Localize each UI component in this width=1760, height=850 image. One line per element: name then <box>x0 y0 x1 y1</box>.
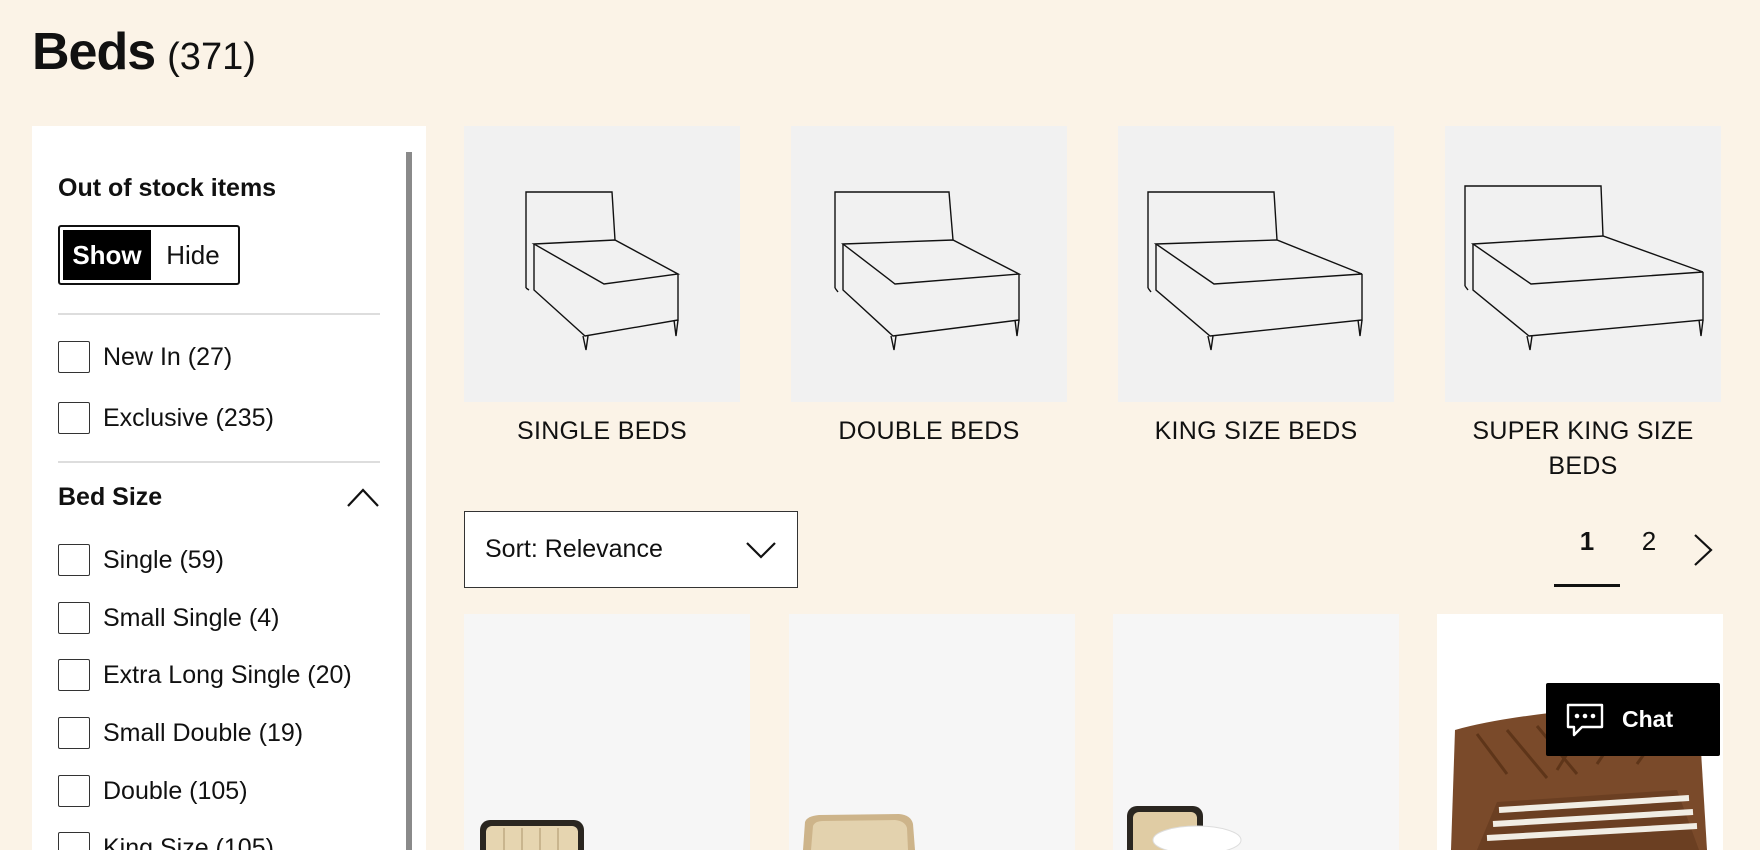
size-option-extra-long-single[interactable]: Extra Long Single (20) <box>58 659 352 691</box>
filter-label: New In (27) <box>103 342 233 371</box>
filter-label: Exclusive (235) <box>103 403 274 432</box>
stock-toggle: Show Hide <box>58 225 240 285</box>
product-card[interactable] <box>464 614 750 850</box>
size-label: Small Single (4) <box>103 603 280 632</box>
size-label: Small Double (19) <box>103 718 304 747</box>
size-label: Double (105) <box>103 776 248 805</box>
chat-label: Chat <box>1622 706 1674 732</box>
product-image <box>1127 806 1242 850</box>
out-of-stock-heading: Out of stock items <box>58 174 277 202</box>
size-option-single[interactable]: Single (59) <box>58 544 224 576</box>
sort-label: Sort: Relevance <box>485 535 663 563</box>
single-bed-icon <box>464 126 740 402</box>
double-bed-icon <box>791 126 1067 402</box>
king-bed-icon <box>1118 126 1394 402</box>
checkbox[interactable] <box>58 402 90 434</box>
category-king-size-beds[interactable]: KING SIZE BEDS <box>1118 126 1394 449</box>
chevron-down-icon <box>746 541 776 559</box>
result-count: (371) <box>167 36 256 78</box>
divider <box>58 461 380 463</box>
category-super-king-size-beds[interactable]: SUPER KING SIZE BEDS <box>1445 126 1721 484</box>
size-label: Single (59) <box>103 545 224 574</box>
page-1-link[interactable]: 1 <box>1554 526 1620 557</box>
category-label: KING SIZE BEDS <box>1154 417 1358 445</box>
filter-sidebar: Out of stock items Show Hide New In (27)… <box>32 126 426 850</box>
checkbox[interactable] <box>58 341 90 373</box>
size-option-small-single[interactable]: Small Single (4) <box>58 602 279 634</box>
product-image <box>803 814 915 850</box>
chat-bubble-icon <box>1566 703 1604 736</box>
size-option-double[interactable]: Double (105) <box>58 775 248 807</box>
category-double-beds[interactable]: DOUBLE BEDS <box>791 126 1067 449</box>
category-label: DOUBLE BEDS <box>838 417 1020 445</box>
checkbox[interactable] <box>58 544 90 576</box>
product-card[interactable] <box>789 614 1075 850</box>
sort-dropdown[interactable]: Sort: Relevance <box>464 511 798 588</box>
product-card[interactable] <box>1113 614 1399 850</box>
size-label: King Size (105) <box>103 833 274 850</box>
size-option-king-size[interactable]: King Size (105) <box>58 832 274 850</box>
product-image <box>480 820 584 850</box>
filter-exclusive[interactable]: Exclusive (235) <box>58 402 274 434</box>
checkbox[interactable] <box>58 602 90 634</box>
show-option[interactable]: Show <box>63 230 151 280</box>
super-king-bed-icon <box>1445 126 1721 402</box>
size-label: Extra Long Single (20) <box>103 660 352 689</box>
filter-new-in[interactable]: New In (27) <box>58 341 232 373</box>
category-single-beds[interactable]: SINGLE BEDS <box>464 126 740 449</box>
checkbox[interactable] <box>58 717 90 749</box>
checkbox[interactable] <box>58 832 90 850</box>
hide-option[interactable]: Hide <box>151 230 235 280</box>
chat-button[interactable]: Chat <box>1546 683 1720 756</box>
page-title-text: Beds <box>32 23 156 81</box>
category-label: SINGLE BEDS <box>516 417 688 445</box>
checkbox[interactable] <box>58 775 90 807</box>
bed-size-heading[interactable]: Bed Size <box>58 483 162 512</box>
size-option-small-double[interactable]: Small Double (19) <box>58 717 303 749</box>
category-label: SUPER KING SIZE BEDS <box>1472 417 1694 480</box>
divider <box>58 313 380 315</box>
checkbox[interactable] <box>58 659 90 691</box>
page-2-link[interactable]: 2 <box>1634 526 1664 557</box>
next-page-icon[interactable] <box>1692 533 1714 567</box>
sidebar-scrollbar[interactable] <box>406 152 412 850</box>
current-page-indicator <box>1554 584 1620 587</box>
chevron-up-icon[interactable] <box>346 486 380 508</box>
page-title: Beds (371) <box>32 22 256 82</box>
